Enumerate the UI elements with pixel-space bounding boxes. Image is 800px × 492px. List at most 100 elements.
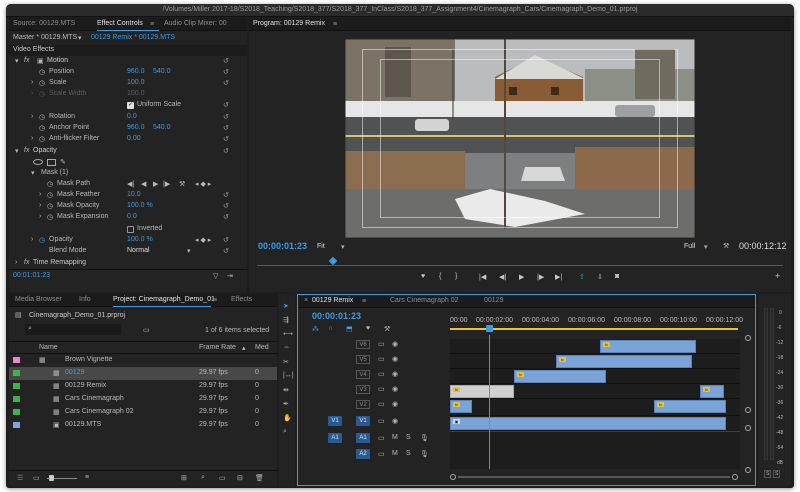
col-rate-header[interactable]: Frame Rate <box>199 344 236 351</box>
track-sync-icon[interactable]: ▭ <box>378 385 385 393</box>
sort-icons-icon[interactable]: ≡ <box>85 474 89 481</box>
reset-icon[interactable]: ↺ <box>223 101 229 109</box>
reset-icon[interactable]: ↺ <box>223 124 229 132</box>
fx-icon[interactable]: fx <box>24 57 29 64</box>
razor-icon[interactable]: ✂ <box>283 358 289 366</box>
tab-info[interactable]: Info <box>79 296 91 303</box>
close-icon[interactable]: × <box>304 297 308 304</box>
eye-icon[interactable]: ◉ <box>392 385 398 393</box>
timeline-clip[interactable]: ▣ <box>450 417 726 430</box>
go-to-out-icon[interactable]: ▶| <box>555 273 562 281</box>
scroll-handle[interactable] <box>745 407 751 413</box>
stopwatch-icon[interactable]: ◷ <box>39 135 45 143</box>
scroll-handle[interactable] <box>745 467 751 473</box>
opacity-effect-row[interactable]: ▾ fx Opacity ↺ <box>9 146 247 157</box>
eye-icon[interactable]: ◉ <box>392 400 398 408</box>
expand-icon[interactable]: › <box>39 213 41 220</box>
stopwatch-icon[interactable]: ◷ <box>39 124 45 132</box>
time-remapping-row[interactable]: › fx Time Remapping <box>9 258 247 269</box>
wrench-icon[interactable]: ⚒ <box>179 180 185 188</box>
track-target-label[interactable]: V6 <box>356 340 370 349</box>
expand-icon[interactable]: ▾ <box>15 57 19 65</box>
add-marker-icon[interactable]: ♥ <box>421 273 425 280</box>
chevron-down-icon[interactable]: ▾ <box>187 247 191 255</box>
expand-icon[interactable]: ▾ <box>31 169 35 177</box>
source-patch-a1[interactable]: A1 <box>328 433 342 443</box>
position-x-value[interactable]: 960.0 <box>127 68 145 75</box>
list-item[interactable]: ▦ Brown Vignette <box>9 354 277 367</box>
find-icon[interactable]: ⌕ <box>201 474 205 482</box>
track-target-label[interactable]: V4 <box>356 370 370 379</box>
master-clip-label[interactable]: Master * 00129.MTS <box>13 34 77 41</box>
stopwatch-icon[interactable]: ◷ <box>47 180 53 188</box>
reset-icon[interactable]: ↺ <box>223 202 229 210</box>
timeline-clip[interactable]: fx <box>556 355 692 368</box>
timeline-horizontal-scroll[interactable] <box>450 473 740 481</box>
mask-opacity-value[interactable]: 100.0 % <box>127 202 153 209</box>
expand-icon[interactable]: › <box>39 202 41 209</box>
fx-icon[interactable]: fx <box>24 147 29 154</box>
track-sync-icon[interactable]: ▭ <box>378 450 385 458</box>
scroll-handle[interactable] <box>745 335 751 341</box>
pen-tool-icon[interactable]: ✒ <box>283 400 289 408</box>
add-marker-icon[interactable]: ♥ <box>366 325 370 332</box>
reset-icon[interactable]: ↺ <box>223 147 229 155</box>
track-sync-icon[interactable]: ▭ <box>378 400 385 408</box>
flicker-value[interactable]: 0.00 <box>127 135 141 142</box>
track-area[interactable]: fx fx fx fx fx fx fx ▣ <box>450 335 740 469</box>
stopwatch-icon[interactable]: ◷ <box>47 213 53 221</box>
expand-icon[interactable]: › <box>31 113 33 120</box>
sort-icon[interactable]: ▴ <box>242 344 246 352</box>
program-video-frame[interactable] <box>345 39 695 238</box>
reset-icon[interactable]: ↺ <box>223 247 229 255</box>
reset-icon[interactable]: ↺ <box>223 191 229 199</box>
solo-button[interactable]: S <box>764 470 772 478</box>
reset-icon[interactable]: ↺ <box>223 68 229 76</box>
tab-media-browser[interactable]: Media Browser <box>15 296 62 303</box>
track-prev-icon[interactable]: ◀ <box>141 180 146 188</box>
uniform-scale-checkbox[interactable]: ✓ <box>127 102 134 109</box>
clip-ref-label[interactable]: 00129 Remix * 00129.MTS <box>91 34 175 41</box>
expand-icon[interactable]: › <box>31 79 33 86</box>
track-target-label[interactable]: V5 <box>356 355 370 364</box>
panel-menu-icon[interactable]: ≡ <box>362 298 366 305</box>
tab-sequence-00129[interactable]: 00129 <box>484 297 503 304</box>
track-sync-icon[interactable]: ▭ <box>378 355 385 363</box>
new-bin-icon[interactable]: ▭ <box>143 326 150 334</box>
timeline-clip[interactable]: fx <box>514 370 606 383</box>
tab-source[interactable]: Source: 00129.MTS <box>13 20 75 27</box>
scroll-handle[interactable] <box>732 474 738 480</box>
snap-icon[interactable]: ⁂ <box>312 325 319 333</box>
mic-icon[interactable]: 🎙 <box>420 434 429 442</box>
solo-button[interactable]: S <box>406 434 411 441</box>
position-y-value[interactable]: 540.0 <box>153 68 171 75</box>
mask-expansion-value[interactable]: 0.0 <box>127 213 137 220</box>
scroll-handle[interactable] <box>745 425 751 431</box>
mute-button[interactable]: M <box>392 450 398 457</box>
tab-effect-controls[interactable]: Effect Controls <box>97 20 143 27</box>
settings-wrench-icon[interactable]: ⚒ <box>723 242 729 250</box>
mask-feather-value[interactable]: 10.0 <box>127 191 141 198</box>
playhead-marker[interactable] <box>328 256 338 266</box>
nest-icon[interactable]: ⬒ <box>346 325 353 333</box>
tab-effects[interactable]: Effects <box>231 296 252 303</box>
eye-icon[interactable]: ◉ <box>392 355 398 363</box>
timeline-timecode[interactable]: 00:00:01:23 <box>312 311 361 321</box>
mark-in-icon[interactable]: { <box>439 273 441 280</box>
timeline-clip[interactable]: fx <box>450 400 472 413</box>
new-item-icon[interactable]: ⊟ <box>237 474 243 482</box>
stopwatch-icon[interactable]: ◷ <box>39 79 45 87</box>
track-target-label[interactable]: V2 <box>356 400 370 409</box>
track-select-icon[interactable]: ⇶ <box>283 316 289 324</box>
tab-program[interactable]: Program: 00129 Remix <box>253 20 325 27</box>
keyframe-nav-icon[interactable]: ◂ ◆ ▸ <box>195 180 211 188</box>
track-back-icon[interactable]: ◀| <box>127 180 134 188</box>
panel-menu-icon[interactable]: ≡ <box>213 297 217 304</box>
timeline-clip[interactable]: fx <box>700 385 724 398</box>
track-forward-icon[interactable]: |▶ <box>163 180 170 188</box>
inverted-checkbox[interactable] <box>127 226 134 233</box>
step-back-icon[interactable]: ◀| <box>499 273 506 281</box>
reset-icon[interactable]: ↺ <box>223 79 229 87</box>
mark-out-icon[interactable]: } <box>455 273 457 280</box>
zoom-tool-icon[interactable]: ⌕ <box>283 428 287 436</box>
